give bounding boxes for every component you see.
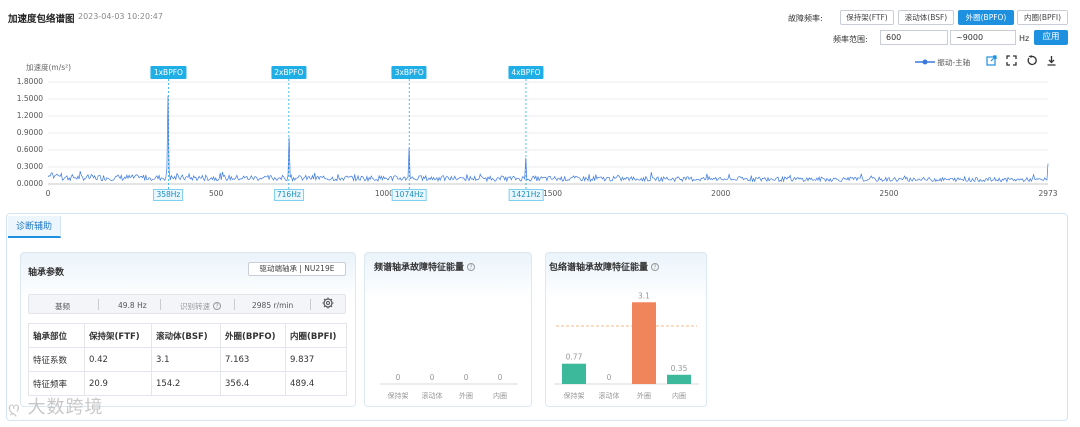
energy-bar[interactable] [667, 374, 691, 384]
marker-frequency-tag: 1074Hz [391, 189, 427, 201]
table-cell: 154.2 [151, 371, 221, 396]
watermark-text: 大数跨境 [27, 397, 104, 418]
envelope-energy-chart: 0.77 保持架 0 滚动体 3.1 外圈 0.35 内圈 [554, 291, 699, 400]
chat-bubble-icon: ღ [8, 399, 21, 417]
table-header-cell: 内圈(BPFI) [285, 323, 347, 348]
y-tick-label: 1.5000 [16, 94, 43, 103]
x-tick-label: 0 [45, 189, 51, 198]
divider [160, 299, 161, 310]
table-cell: 0.42 [84, 347, 152, 372]
marker-frequency-tag: 358Hz [153, 189, 184, 201]
table-cell: 489.4 [285, 371, 347, 396]
marker-frequency-tag: 716Hz [273, 189, 304, 201]
harmonic-marker-tag[interactable]: 4xBPFO [508, 66, 544, 79]
bar-category-label: 内圈 [672, 391, 686, 400]
y-tick-label: 0.3000 [16, 162, 43, 171]
harmonic-marker-tag[interactable]: 3xBPFO [391, 66, 427, 79]
table-header-cell: 外圈(BPFO) [220, 323, 286, 348]
bar-value-label: 0 [396, 373, 401, 382]
harmonic-marker-tag[interactable]: 2xBPFO [271, 66, 307, 79]
bar-category-label: 保持架 [388, 391, 409, 400]
help-icon[interactable]: ? [213, 302, 221, 310]
divider [98, 299, 99, 310]
bar-value-label: 0 [430, 373, 435, 382]
watermark-logo: ღ 大数跨境 [8, 393, 104, 419]
bearing-selector[interactable]: 驱动端轴承 | NU219E [248, 262, 346, 276]
table-header-row: 轴承部位 保持架(FTF) 滚动体(BSF) 外圈(BPFO) 内圈(BPFI) [28, 323, 347, 348]
table-cell: 20.9 [84, 371, 152, 396]
table-row: 特征频率 20.9 154.2 356.4 489.4 [28, 371, 347, 396]
table-cell: 7.163 [220, 347, 286, 372]
bar-category-label: 滚动体 [422, 391, 443, 400]
divider [234, 299, 235, 310]
table-cell: 特征频率 [28, 371, 85, 396]
base-freq-value: 49.8 Hz [118, 301, 147, 310]
bar-value-label: 0.35 [671, 364, 688, 373]
bar-value-label: 3.1 [638, 291, 650, 300]
harmonic-marker-tag[interactable]: 1xBPFO [150, 66, 186, 79]
x-tick-label: 500 [209, 189, 224, 198]
bearing-params-title: 轴承参数 [28, 268, 65, 278]
bar-category-label: 滚动体 [599, 391, 620, 400]
table-cell: 特征系数 [28, 347, 85, 372]
series-line-vibration [47, 95, 1049, 183]
bar-category-label: 外圈 [637, 391, 651, 400]
bar-category-label: 保持架 [564, 391, 585, 400]
bearing-params-table: 轴承部位 保持架(FTF) 滚动体(BSF) 外圈(BPFO) 内圈(BPFI)… [28, 323, 347, 396]
table-cell: 9.837 [285, 347, 347, 372]
speed-label: 识别转速? [180, 301, 221, 312]
table-header-cell: 滚动体(BSF) [151, 323, 221, 348]
envelope-spectrum-chart[interactable] [0, 0, 1080, 205]
x-tick-label: 1500 [542, 189, 563, 198]
bar-category-label: 外圈 [459, 391, 473, 400]
table-row: 特征系数 0.42 3.1 7.163 9.837 [28, 347, 347, 372]
table-cell: 356.4 [220, 371, 286, 396]
base-freq-label: 基频 [55, 302, 70, 311]
tab-diagnosis[interactable]: 诊断辅助 [8, 216, 62, 238]
table-cell: 3.1 [151, 347, 221, 372]
table-header-cell: 保持架(FTF) [84, 323, 152, 348]
x-tick-label: 2500 [879, 189, 899, 198]
y-tick-label: 1.2000 [16, 111, 43, 120]
spectrum-energy-chart: 0 保持架 0 滚动体 0 外圈 0 内圈 [380, 373, 518, 400]
bar-value-label: 0 [498, 373, 503, 382]
y-tick-label: 1.8000 [16, 77, 43, 86]
x-tick-label: 2973 [1038, 189, 1058, 198]
bar-value-label: 0.77 [566, 353, 583, 362]
energy-bar[interactable] [632, 302, 656, 384]
settings-icon[interactable] [322, 297, 334, 312]
x-tick-label: 2000 [711, 189, 731, 198]
energy-bar[interactable] [562, 363, 586, 384]
y-tick-label: 0.6000 [16, 145, 43, 154]
bar-category-label: 内圈 [493, 391, 507, 400]
speed-value: 2985 r/min [252, 301, 294, 310]
y-tick-label: 0.0000 [16, 179, 43, 188]
y-tick-label: 0.9000 [16, 128, 43, 137]
bar-value-label: 0 [464, 373, 469, 382]
bar-value-label: 0 [607, 373, 612, 382]
divider [310, 299, 311, 310]
marker-frequency-tag: 1421Hz [508, 189, 544, 201]
table-header-cell: 轴承部位 [28, 323, 85, 348]
